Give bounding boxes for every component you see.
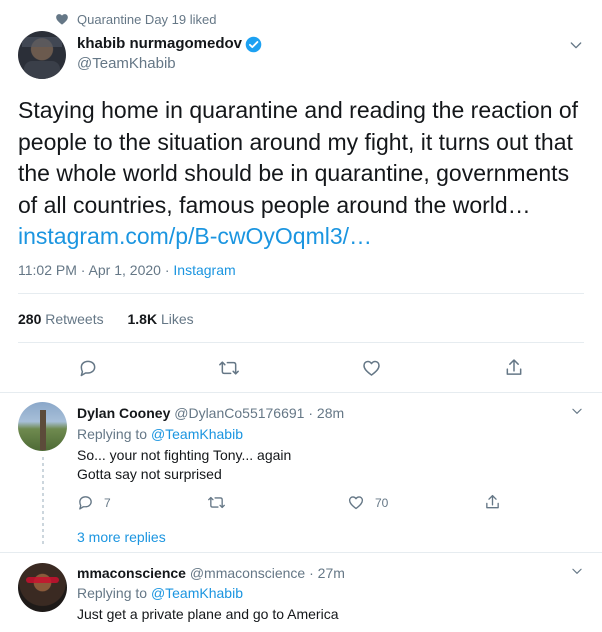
reply-avatar[interactable] [18,402,67,451]
reply-icon[interactable] [77,494,94,511]
reply-separator: · [308,405,314,421]
reply-text-line: Just get a private plane and go to Ameri… [77,606,339,622]
reply-text-line: Gotta say not surprised [77,466,222,482]
replying-to-handle[interactable]: @TeamKhabib [151,585,243,601]
chevron-down-icon[interactable] [570,564,584,578]
like-count: 70 [375,496,389,510]
share-icon[interactable] [484,493,501,511]
replying-label: Replying to [77,585,148,601]
retweet-icon[interactable] [218,358,240,378]
replying-to: Replying to @TeamKhabib [77,585,243,601]
reply-avatar[interactable] [18,563,67,612]
thread-connector [42,457,44,547]
replying-to-handle[interactable]: @TeamKhabib [151,426,243,442]
author-avatar[interactable] [18,31,66,79]
chevron-down-icon[interactable] [570,404,584,418]
likes-label: Likes [160,311,194,327]
reply-icon[interactable] [78,358,98,378]
reply-header: Dylan Cooney @DylanCo55176691 · 28m [77,405,344,421]
author-name[interactable]: khabib nurmagomedov [77,35,242,52]
tweet-time[interactable]: 11:02 PM · Apr 1, 2020 [18,262,161,278]
more-replies-link[interactable]: 3 more replies [77,529,166,545]
reply-text-line: So... your not fighting Tony... again [77,447,292,463]
replying-label: Replying to [77,426,148,442]
reply-separator: · [309,565,314,581]
divider [18,293,584,294]
reply-time[interactable]: 28m [317,405,344,421]
reply-header: mmaconscience @mmaconscience · 27m [77,565,345,581]
verified-badge-icon [245,36,262,53]
tweet-link[interactable]: instagram.com/p/B-cwOyOqml3/… [18,223,372,249]
divider [0,552,602,553]
divider [18,342,584,343]
like-icon[interactable] [361,358,382,378]
like-icon[interactable] [347,494,365,511]
reply-time[interactable]: 27m [318,565,345,581]
meta-separator: · [164,262,170,278]
author-handle[interactable]: @TeamKhabib [77,55,176,72]
likes-count: 1.8K [127,311,158,327]
divider [0,392,602,393]
retweet-icon[interactable] [207,494,226,511]
heart-icon [55,12,69,26]
likes-stat[interactable]: 1.8K Likes [128,311,194,327]
retweets-stat[interactable]: 280 Retweets [18,311,108,327]
replying-to: Replying to @TeamKhabib [77,426,243,442]
reply-handle[interactable]: @DylanCo55176691 [174,405,304,421]
tweet-meta: 11:02 PM · Apr 1, 2020 · Instagram [18,262,236,278]
retweets-count: 280 [18,311,42,327]
retweets-label: Retweets [45,311,104,327]
share-icon[interactable] [504,357,524,378]
reply-count: 7 [104,496,111,510]
tweet-body: Staying home in quarantine and reading t… [18,97,579,218]
chevron-down-icon[interactable] [568,37,584,53]
tweet-stats: 280 Retweets 1.8K Likes [18,311,194,327]
reply-author-name[interactable]: Dylan Cooney [77,405,170,421]
reply-handle[interactable]: @mmaconscience [190,565,305,581]
social-context-text: Quarantine Day 19 liked [77,12,217,27]
tweet-source[interactable]: Instagram [173,262,235,278]
tweet-text: Staying home in quarantine and reading t… [18,95,588,253]
reply-author-name[interactable]: mmaconscience [77,565,186,581]
